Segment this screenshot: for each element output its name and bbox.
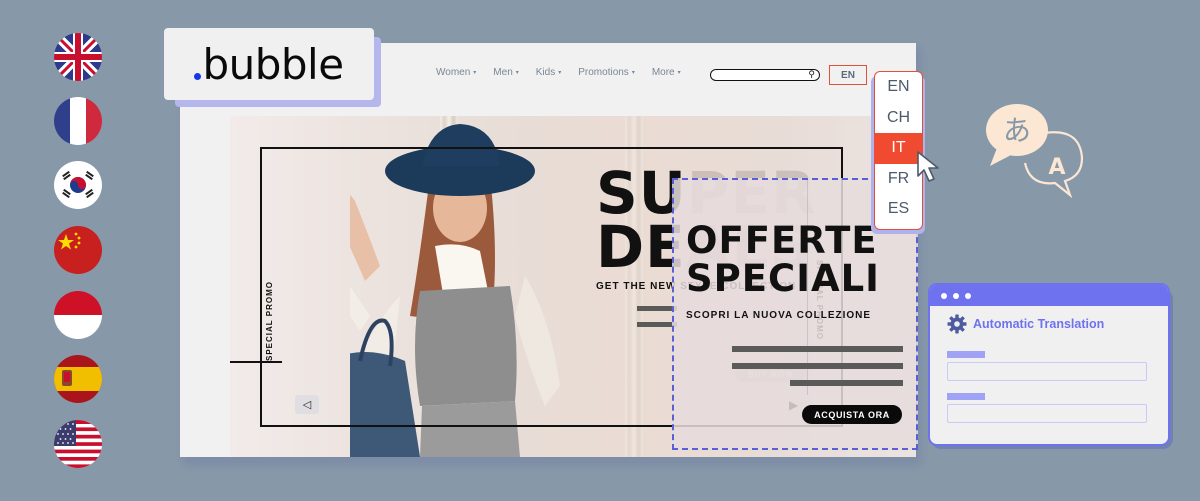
window-dot-icon xyxy=(941,292,947,299)
nav-label: Kids xyxy=(535,67,556,78)
panel-title: Automatic Translation xyxy=(947,314,1104,334)
language-option-en[interactable]: EN xyxy=(875,72,922,103)
chevron-down-icon: ▾ xyxy=(631,70,635,76)
nav-kids[interactable]: Kids ▾ xyxy=(536,67,561,78)
flag-uk-icon[interactable] xyxy=(54,33,102,81)
search-input[interactable]: ⚲ xyxy=(710,69,820,81)
translated-subheadline: SCOPRI LA NUOVA COLLEZIONE xyxy=(686,310,872,321)
text-placeholder-bar xyxy=(732,346,903,352)
language-button[interactable]: EN xyxy=(829,65,867,85)
play-icon: ▶ xyxy=(789,398,799,412)
translation-input-1[interactable] xyxy=(947,362,1147,381)
nav-men[interactable]: Men ▾ xyxy=(493,67,518,78)
text-placeholder-bar xyxy=(637,322,677,327)
text-placeholder-bar xyxy=(790,380,903,386)
flag-china-icon[interactable] xyxy=(54,226,102,274)
translation-input-2[interactable] xyxy=(947,404,1147,423)
language-option-es[interactable]: ES xyxy=(875,194,922,225)
nav-women[interactable]: Women ▾ xyxy=(436,67,476,78)
nav-label: Women xyxy=(436,67,471,78)
gear-icon xyxy=(947,314,967,334)
nav-promotions[interactable]: Promotions ▾ xyxy=(578,67,635,78)
field-label-placeholder xyxy=(947,393,985,400)
chevron-down-icon: ▾ xyxy=(515,70,519,76)
nav-label: Men xyxy=(493,67,513,78)
translate-icon: あ A xyxy=(986,104,1084,198)
text-placeholder-bar xyxy=(732,363,903,369)
automatic-translation-panel: Automatic Translation xyxy=(928,283,1170,446)
panel-title-text: Automatic Translation xyxy=(973,317,1105,331)
translated-headline: OFFERTE SPECIALI xyxy=(686,222,880,298)
bubble-logo: bubble xyxy=(164,28,374,100)
headline-line: SPECIALI xyxy=(686,257,880,300)
window-dot-icon xyxy=(965,292,971,299)
nav-label: More xyxy=(651,67,675,78)
latin-glyph: A xyxy=(1048,155,1065,180)
prev-slide-icon[interactable]: ◁ xyxy=(295,395,319,414)
flag-usa-icon[interactable] xyxy=(54,420,102,468)
window-dot-icon xyxy=(953,292,959,299)
window-titlebar xyxy=(930,285,1168,306)
text-placeholder-bar xyxy=(637,306,677,311)
flag-spain-icon[interactable] xyxy=(54,355,102,403)
acquista-ora-button[interactable]: ACQUISTA ORA xyxy=(802,405,902,424)
chevron-down-icon: ▾ xyxy=(558,70,562,76)
flag-france-icon[interactable] xyxy=(54,97,102,145)
chevron-down-icon: ▾ xyxy=(677,70,681,76)
language-option-ch[interactable]: CH xyxy=(875,103,922,134)
logo-dot-icon xyxy=(194,72,202,80)
logo-text: bubble xyxy=(202,39,344,89)
main-nav: Women ▾ Men ▾ Kids ▾ Promotions ▾ More ▾ xyxy=(436,67,698,78)
japanese-glyph: あ xyxy=(1003,114,1031,147)
flag-indonesia-icon[interactable] xyxy=(54,291,102,339)
headline-line: OFFERTE xyxy=(686,219,878,262)
mouse-cursor-icon xyxy=(917,151,939,182)
chevron-down-icon: ▾ xyxy=(473,70,477,76)
flag-south-korea-icon[interactable] xyxy=(54,161,102,209)
search-icon[interactable]: ⚲ xyxy=(808,69,815,80)
nav-label: Promotions xyxy=(578,67,629,78)
field-label-placeholder xyxy=(947,351,985,358)
nav-more[interactable]: More ▾ xyxy=(652,67,681,78)
